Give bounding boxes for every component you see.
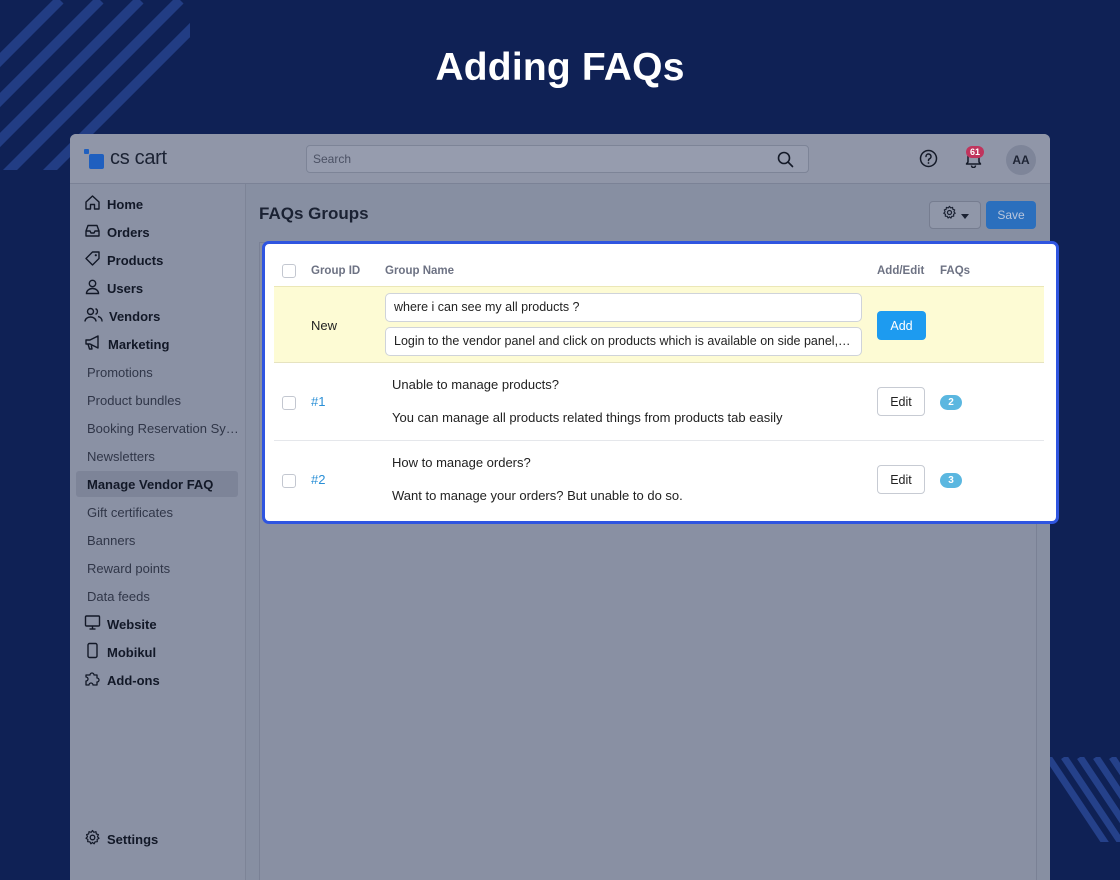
sidebar-item-mobikul[interactable]: Mobikul — [76, 639, 238, 665]
select-all-checkbox[interactable] — [282, 264, 296, 278]
table-row: #2 How to manage orders? Want to manage … — [274, 441, 1044, 519]
row-checkbox[interactable] — [282, 396, 296, 410]
megaphone-icon — [84, 334, 102, 354]
save-button[interactable]: Save — [986, 201, 1036, 229]
group-question: How to manage orders? — [392, 455, 531, 470]
faq-count-badge: 2 — [940, 395, 962, 410]
home-icon — [84, 194, 101, 214]
sidebar-item-label: Add-ons — [107, 672, 160, 688]
tag-icon — [84, 250, 101, 270]
search-box — [306, 145, 809, 173]
monitor-icon — [84, 614, 101, 634]
row-checkbox[interactable] — [282, 474, 296, 488]
edit-button[interactable]: Edit — [877, 465, 925, 494]
group-answer: Want to manage your orders? But unable t… — [392, 488, 683, 503]
sidebar-item-vendors[interactable]: Vendors — [76, 303, 238, 329]
sidebar-subitem-data-feeds[interactable]: Data feeds — [76, 583, 238, 609]
sidebar-item-label: Orders — [107, 224, 150, 240]
sidebar-item-label: Home — [107, 196, 144, 212]
sidebar-subitem-product-bundles[interactable]: Product bundles — [76, 387, 238, 413]
settings-dropdown-button[interactable] — [929, 201, 981, 229]
sidebar-item-label: Marketing — [108, 336, 170, 352]
add-button[interactable]: Add — [877, 311, 926, 340]
group-id-link[interactable]: #2 — [311, 472, 325, 487]
group-answer: You can manage all products related thin… — [392, 410, 783, 425]
table-header: Group ID Group Name Add/Edit FAQs — [274, 256, 1044, 286]
sidebar-item-products[interactable]: Products — [76, 247, 238, 273]
notification-count-badge: 61 — [966, 146, 985, 158]
header-add-edit: Add/Edit — [877, 265, 925, 277]
sidebar-subitem-reward-points[interactable]: Reward points — [76, 555, 238, 581]
top-bar: cs cart 61 AA — [70, 134, 1050, 184]
group-answer-input[interactable]: Login to the vendor panel and click on p… — [385, 327, 862, 356]
sidebar-item-marketing[interactable]: Marketing — [76, 331, 238, 357]
sidebar-subitem-booking-reservation[interactable]: Booking Reservation Sy… — [76, 415, 238, 441]
sidebar-item-label: Website — [107, 616, 157, 632]
group-id-link[interactable]: #1 — [311, 394, 325, 409]
gear-icon — [84, 829, 101, 849]
edit-button[interactable]: Edit — [877, 387, 925, 416]
phone-icon — [84, 642, 101, 662]
sidebar-item-users[interactable]: Users — [76, 275, 238, 301]
group-question: Unable to manage products? — [392, 377, 559, 392]
sidebar-item-label: Vendors — [109, 308, 161, 324]
sidebar-item-label: Users — [107, 280, 144, 296]
users-icon — [84, 306, 103, 326]
new-row-label: New — [311, 318, 338, 333]
sidebar-item-label: Mobikul — [107, 644, 157, 660]
sidebar-subitem-newsletters[interactable]: Newsletters — [76, 443, 238, 469]
hero-title: Adding FAQs — [435, 46, 685, 89]
sidebar-subitem-promotions[interactable]: Promotions — [76, 359, 238, 385]
sidebar-item-add-ons[interactable]: Add-ons — [76, 667, 238, 693]
search-input[interactable] — [307, 146, 808, 172]
header-faqs: FAQs — [940, 265, 971, 277]
avatar[interactable]: AA — [1006, 145, 1036, 175]
sidebar-subitem-gift-certificates[interactable]: Gift certificates — [76, 499, 238, 525]
sidebar: Home Orders Products Users Vendors Marke… — [70, 184, 246, 880]
faq-count-badge: 3 — [940, 473, 962, 488]
inbox-icon — [84, 222, 101, 242]
header-group-name: Group Name — [385, 265, 455, 277]
group-question-input[interactable]: where i can see my all products ? — [385, 293, 862, 322]
caret-down-icon — [960, 206, 969, 224]
gear-icon — [942, 205, 957, 225]
sidebar-item-orders[interactable]: Orders — [76, 219, 238, 245]
help-icon[interactable] — [919, 149, 938, 173]
logo-text: cs cart — [110, 147, 167, 169]
header-group-id: Group ID — [311, 265, 361, 277]
sidebar-item-label: Settings — [107, 831, 159, 847]
sidebar-item-label: Products — [107, 252, 164, 268]
table-row: #1 Unable to manage products? You can ma… — [274, 363, 1044, 441]
puzzle-icon — [84, 670, 101, 690]
sidebar-subitem-manage-vendor-faq[interactable]: Manage Vendor FAQ — [76, 471, 238, 497]
sidebar-item-settings[interactable]: Settings — [76, 826, 238, 852]
new-group-row: New where i can see my all products ? Lo… — [274, 286, 1044, 363]
sidebar-item-home[interactable]: Home — [76, 191, 238, 217]
decorative-stripes-bottom-right — [1048, 757, 1120, 842]
sidebar-item-website[interactable]: Website — [76, 611, 238, 637]
search-icon[interactable] — [777, 151, 794, 173]
logo-mark-icon — [84, 148, 104, 169]
faq-groups-table: Group ID Group Name Add/Edit FAQs New wh… — [262, 241, 1059, 524]
logo[interactable]: cs cart — [84, 147, 167, 170]
page-title: FAQs Groups — [259, 204, 369, 223]
sidebar-subitem-banners[interactable]: Banners — [76, 527, 238, 553]
user-icon — [84, 278, 101, 298]
